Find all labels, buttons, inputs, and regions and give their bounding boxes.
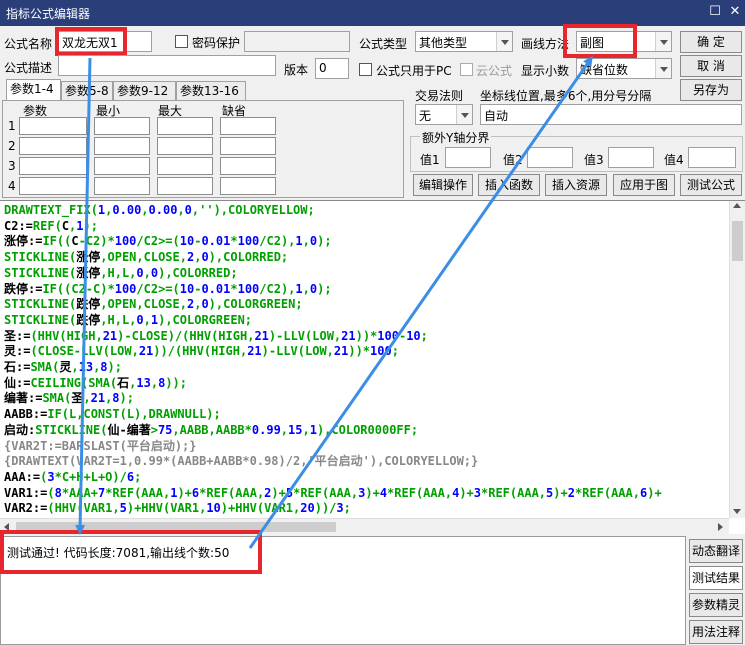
- annotation-arrows: [75, 55, 593, 549]
- arrow-name-to-output: [75, 57, 92, 535]
- arrow-output-to-draw-method: [248, 55, 593, 549]
